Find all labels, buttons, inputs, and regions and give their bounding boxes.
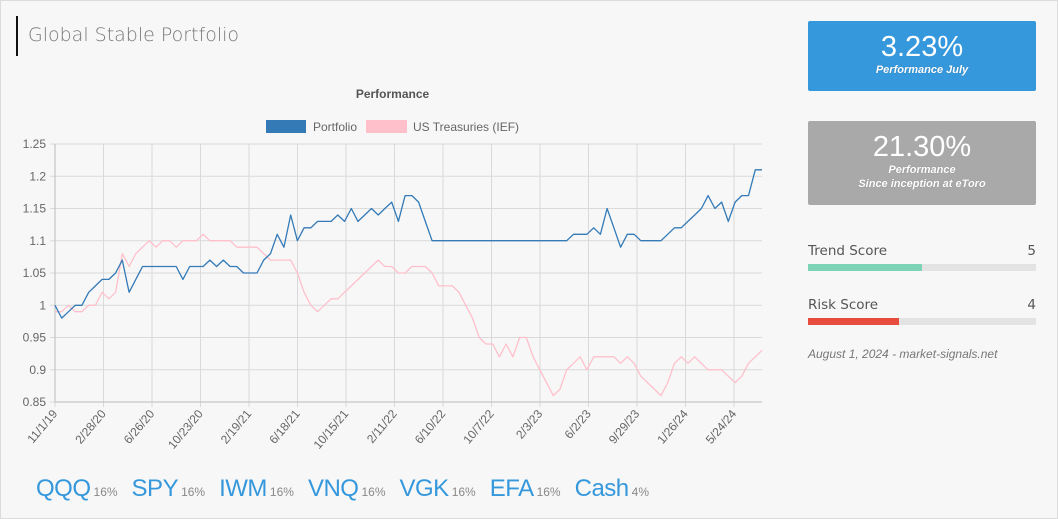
monthly-performance-card: 3.23% Performance July (808, 21, 1036, 91)
chart-title: Performance (355, 87, 430, 101)
holding-symbol[interactable]: IWM (219, 475, 267, 503)
x-tick-label: 2/3/23 (513, 407, 545, 442)
y-tick-label: 0.95 (23, 331, 47, 345)
holding-weight: 16% (181, 485, 206, 499)
holding-item: QQQ 16% (36, 475, 118, 503)
chart-grid (50, 143, 762, 407)
holding-symbol[interactable]: EFA (490, 475, 534, 503)
date-source-stamp: August 1, 2024 - market-signals.net (808, 347, 998, 361)
trend-score-value: 5 (1027, 243, 1036, 259)
trend-score-label: Trend Score (808, 243, 888, 259)
holding-item: EFA 16% (490, 475, 561, 503)
risk-score-label: Risk Score (808, 297, 879, 313)
inception-performance-label-1: Performance (888, 164, 956, 176)
trend-score-fill (808, 264, 922, 271)
x-tick-label: 11/1/19 (24, 407, 60, 446)
risk-score-value: 4 (1027, 297, 1036, 313)
legend-swatch-treasuries (366, 120, 407, 133)
inception-performance-label-2: Since inception at eToro (858, 178, 986, 190)
trend-score: Trend Score 5 (808, 243, 1036, 271)
x-tick-label: 6/2/23 (562, 407, 594, 442)
holding-weight: 16% (451, 485, 476, 499)
inception-performance-value: 21.30% (872, 131, 972, 163)
holdings-list: QQQ 16% SPY 16% IWM 16% VNQ 16% VGK 16% EFA 16% Cash… (36, 475, 663, 503)
x-tick-label: 6/26/20 (121, 407, 158, 447)
series-line-portfolio (54, 169, 762, 319)
x-tick-label: 5/24/24 (703, 407, 740, 447)
x-tick-label: 2/28/20 (72, 407, 109, 447)
holding-symbol[interactable]: VGK (400, 475, 450, 503)
holding-weight: 16% (93, 485, 118, 499)
holding-weight: 16% (361, 485, 386, 499)
monthly-performance-value: 3.23% (880, 31, 964, 63)
x-tick-label: 10/23/20 (165, 407, 206, 452)
y-tick-label: 1.15 (23, 202, 47, 216)
risk-score: Risk Score 4 (808, 297, 1036, 325)
y-tick-label: 0.85 (23, 395, 47, 409)
y-tick-label: 1.25 (23, 137, 47, 151)
y-tick-label: 1.05 (23, 266, 47, 280)
y-tick-label: 1.2 (29, 169, 46, 183)
inception-performance-card: 21.30% Performance Since inception at eT… (808, 121, 1036, 205)
risk-score-fill (808, 318, 900, 325)
holding-symbol[interactable]: Cash (575, 475, 630, 503)
holding-item: VNQ 16% (308, 475, 386, 503)
x-tick-label: 6/10/22 (412, 407, 449, 447)
x-tick-label: 9/29/23 (606, 407, 643, 447)
holding-symbol[interactable]: VNQ (308, 475, 359, 503)
holding-item: Cash 4% (575, 475, 649, 503)
y-tick-label: 1 (39, 298, 46, 312)
holding-item: IWM 16% (219, 475, 294, 503)
monthly-performance-label: Performance July (875, 64, 969, 76)
chart-legend[interactable]: Portfolio US Treasuries (IEF) (266, 120, 519, 134)
holding-symbol[interactable]: SPY (132, 475, 179, 503)
x-tick-label: 6/18/21 (266, 407, 303, 447)
x-tick-label: 10/7/22 (460, 407, 497, 447)
y-tick-label: 1.1 (29, 234, 46, 248)
holding-item: VGK 16% (400, 475, 476, 503)
legend-label-treasuries[interactable]: US Treasuries (IEF) (413, 120, 519, 134)
legend-swatch-portfolio (266, 120, 306, 133)
chart-series (54, 169, 763, 397)
performance-chart: Portfolio US Treasuries (IEF) 1.25 1.2 1.1… (23, 120, 763, 452)
title-accent-bar (16, 16, 18, 56)
risk-score-bar (808, 318, 1036, 325)
x-tick-label: 2/19/21 (218, 407, 255, 447)
trend-score-bar (808, 264, 1036, 271)
x-tick-label: 10/15/21 (311, 407, 352, 452)
page-title: Global Stable Portfolio (28, 24, 240, 46)
holding-weight: 16% (536, 485, 561, 499)
holding-weight: 16% (269, 485, 294, 499)
x-axis: 11/1/19 2/28/20 6/26/20 10/23/20 2/19/21 6/18… (24, 401, 762, 452)
legend-label-portfolio[interactable]: Portfolio (313, 120, 357, 134)
x-tick-label: 2/11/22 (364, 407, 400, 446)
holding-item: SPY 16% (132, 475, 206, 503)
x-tick-label: 1/26/24 (654, 407, 691, 447)
holding-symbol[interactable]: QQQ (36, 475, 91, 503)
holding-weight: 4% (631, 485, 649, 499)
y-tick-label: 0.9 (29, 363, 46, 377)
series-line-treasuries (55, 233, 763, 397)
